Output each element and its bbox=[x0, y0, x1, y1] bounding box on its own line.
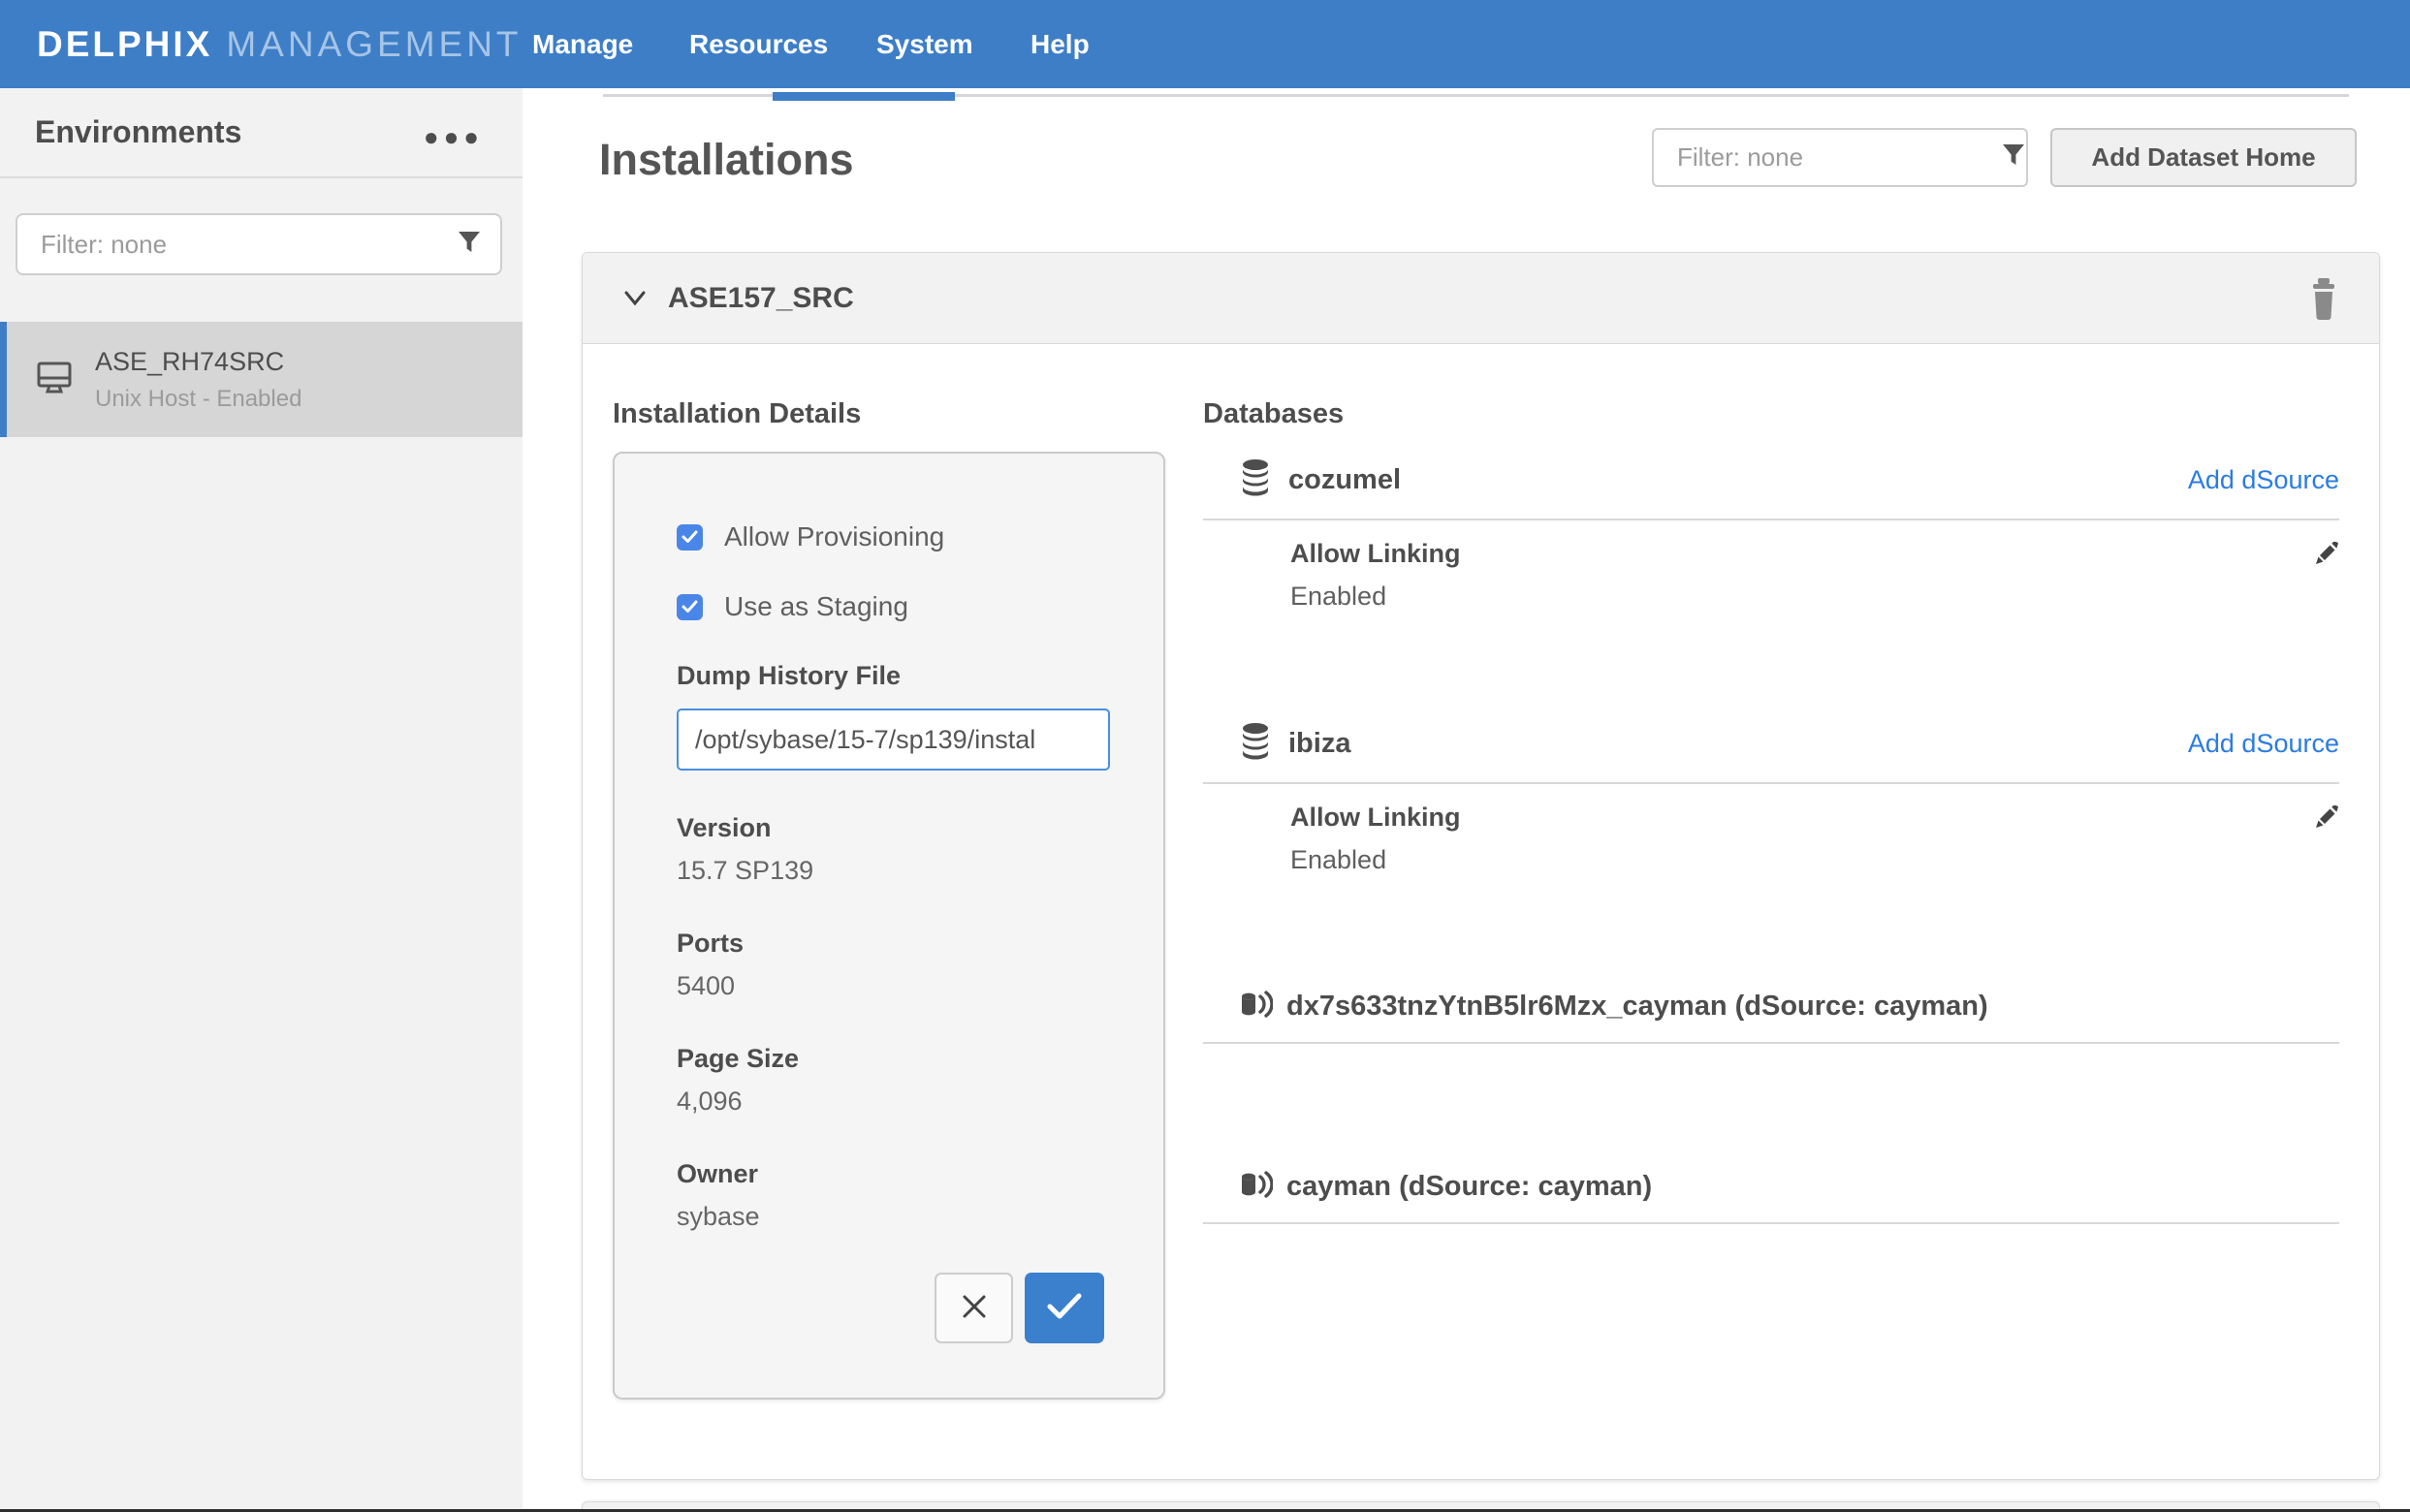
dsource-name: dx7s633tnzYtnB5lr6Mzx_cayman (dSource: c… bbox=[1286, 991, 1988, 1023]
database-entry-cozumel: cozumel Add dSource Allow Linking bbox=[1203, 453, 2339, 612]
allow-provisioning-checkbox[interactable] bbox=[677, 524, 703, 551]
allow-linking-label: Allow Linking bbox=[1290, 803, 2314, 833]
check-icon bbox=[1046, 1292, 1083, 1324]
dsource-line: cayman (dSource: cayman) bbox=[1203, 1162, 2339, 1211]
environment-name: ASE_RH74SRC bbox=[95, 347, 301, 377]
sidebar-title: Environments bbox=[35, 114, 241, 150]
database-name-row: cozumel Add dSource bbox=[1203, 453, 2339, 507]
databases-heading: Databases bbox=[1203, 398, 1344, 430]
environment-status: Unix Host - Enabled bbox=[95, 386, 301, 413]
allow-linking-row: Allow Linking bbox=[1203, 539, 2339, 569]
dsource-row: dx7s633tnzYtnB5lr6Mzx_cayman (dSource: c… bbox=[1203, 982, 2339, 1044]
host-icon bbox=[35, 358, 74, 401]
owner-value: sybase bbox=[677, 1202, 1102, 1232]
dsource-name: cayman (dSource: cayman) bbox=[1286, 1171, 1652, 1203]
installation-details-panel: Allow Provisioning Use as Staging Dump H… bbox=[613, 452, 1165, 1400]
installation-card-header[interactable]: ASE157_SRC bbox=[583, 253, 2379, 344]
filter-funnel-icon[interactable] bbox=[458, 232, 481, 258]
installations-filter-box[interactable] bbox=[1652, 128, 2028, 187]
active-tab-underline bbox=[773, 92, 955, 101]
pencil-icon[interactable] bbox=[2314, 541, 2339, 566]
delphix-logo: DELPHIX MANAGEMENT bbox=[37, 0, 523, 88]
ports-value: 5400 bbox=[677, 971, 1102, 1001]
environment-filter-input[interactable] bbox=[17, 230, 458, 260]
page-title: Installations bbox=[599, 135, 854, 185]
add-dsource-link[interactable]: Add dSource bbox=[2188, 729, 2339, 759]
dsource-row: cayman (dSource: cayman) bbox=[1203, 1162, 2339, 1224]
sidebar-filter-section bbox=[0, 178, 523, 304]
dsource-line: dx7s633tnzYtnB5lr6Mzx_cayman (dSource: c… bbox=[1203, 982, 2339, 1030]
close-icon bbox=[959, 1291, 990, 1325]
dump-history-file-label: Dump History File bbox=[677, 661, 1102, 691]
environment-item-text: ASE_RH74SRC Unix Host - Enabled bbox=[95, 347, 301, 413]
cancel-button[interactable] bbox=[935, 1273, 1013, 1343]
allow-provisioning-row[interactable]: Allow Provisioning bbox=[677, 521, 1102, 552]
use-as-staging-label: Use as Staging bbox=[724, 591, 908, 622]
top-navbar: DELPHIX MANAGEMENT Manage Resources Syst… bbox=[0, 0, 2410, 88]
trash-icon[interactable] bbox=[2310, 278, 2337, 321]
database-icon bbox=[1242, 459, 1269, 501]
nav-item-system[interactable]: System bbox=[876, 0, 973, 88]
add-dataset-home-button[interactable]: Add Dataset Home bbox=[2050, 128, 2357, 187]
environment-list-item[interactable]: ASE_RH74SRC Unix Host - Enabled bbox=[0, 322, 523, 437]
dsource-database-icon bbox=[1240, 990, 1273, 1024]
page-size-value: 4,096 bbox=[677, 1087, 1102, 1117]
page-size-label: Page Size bbox=[677, 1044, 1102, 1074]
pencil-icon[interactable] bbox=[2314, 804, 2339, 830]
database-entry-ibiza: ibiza Add dSource Allow Linking bbox=[1203, 716, 2339, 875]
environments-sidebar: Environments ●●● ASE_RH74SRC bbox=[0, 88, 523, 1512]
database-name-row: ibiza Add dSource bbox=[1203, 716, 2339, 771]
details-action-buttons bbox=[935, 1273, 1104, 1343]
owner-field: Owner sybase bbox=[677, 1159, 1102, 1232]
installation-details-heading: Installation Details bbox=[613, 398, 861, 430]
allow-linking-value: Enabled bbox=[1203, 582, 2339, 612]
use-as-staging-row[interactable]: Use as Staging bbox=[677, 591, 1102, 622]
installation-card: ASE157_SRC Installation Details Database… bbox=[582, 252, 2380, 1480]
use-as-staging-checkbox[interactable] bbox=[677, 594, 703, 620]
allow-provisioning-label: Allow Provisioning bbox=[724, 521, 944, 552]
brand-primary: DELPHIX bbox=[37, 24, 212, 65]
allow-linking-label: Allow Linking bbox=[1290, 539, 2314, 569]
main-content: Installations Add Dataset Home ASE157_SR… bbox=[523, 88, 2410, 1512]
database-name: ibiza bbox=[1288, 728, 2188, 760]
nav-item-help[interactable]: Help bbox=[1031, 0, 1090, 88]
nav-item-manage[interactable]: Manage bbox=[532, 0, 633, 88]
version-value: 15.7 SP139 bbox=[677, 856, 1102, 886]
database-name: cozumel bbox=[1288, 464, 2188, 496]
installation-card-body: Installation Details Databases Allow Pro… bbox=[583, 344, 2379, 1480]
dsource-database-icon bbox=[1240, 1170, 1273, 1204]
environment-filter-box[interactable] bbox=[16, 213, 502, 275]
tab-strip-line bbox=[603, 94, 2349, 97]
database-icon bbox=[1242, 723, 1269, 765]
ports-label: Ports bbox=[677, 929, 1102, 959]
dump-history-file-input[interactable] bbox=[677, 709, 1110, 771]
brand-secondary: MANAGEMENT bbox=[226, 24, 522, 65]
ellipsis-icon[interactable]: ●●● bbox=[424, 116, 484, 149]
version-label: Version bbox=[677, 813, 1102, 843]
installation-name: ASE157_SRC bbox=[668, 282, 854, 315]
chevron-down-icon[interactable] bbox=[619, 287, 650, 310]
nav-item-resources[interactable]: Resources bbox=[689, 0, 828, 88]
selected-indicator-bar bbox=[0, 322, 7, 437]
confirm-button[interactable] bbox=[1025, 1273, 1104, 1343]
add-dsource-link[interactable]: Add dSource bbox=[2188, 465, 2339, 495]
sidebar-header: Environments ●●● bbox=[0, 88, 523, 178]
owner-label: Owner bbox=[677, 1159, 1102, 1189]
version-field: Version 15.7 SP139 bbox=[677, 813, 1102, 886]
allow-linking-value: Enabled bbox=[1203, 845, 2339, 875]
allow-linking-row: Allow Linking bbox=[1203, 803, 2339, 833]
divider bbox=[1203, 519, 2339, 520]
ports-field: Ports 5400 bbox=[677, 929, 1102, 1001]
delphix-management-screen: DELPHIX MANAGEMENT Manage Resources Syst… bbox=[0, 0, 2410, 1512]
divider bbox=[1203, 1042, 2339, 1044]
page-size-field: Page Size 4,096 bbox=[677, 1044, 1102, 1117]
installations-filter-input[interactable] bbox=[1654, 142, 2002, 173]
divider bbox=[1203, 1222, 2339, 1224]
divider bbox=[1203, 782, 2339, 784]
filter-funnel-icon[interactable] bbox=[2002, 144, 2025, 171]
